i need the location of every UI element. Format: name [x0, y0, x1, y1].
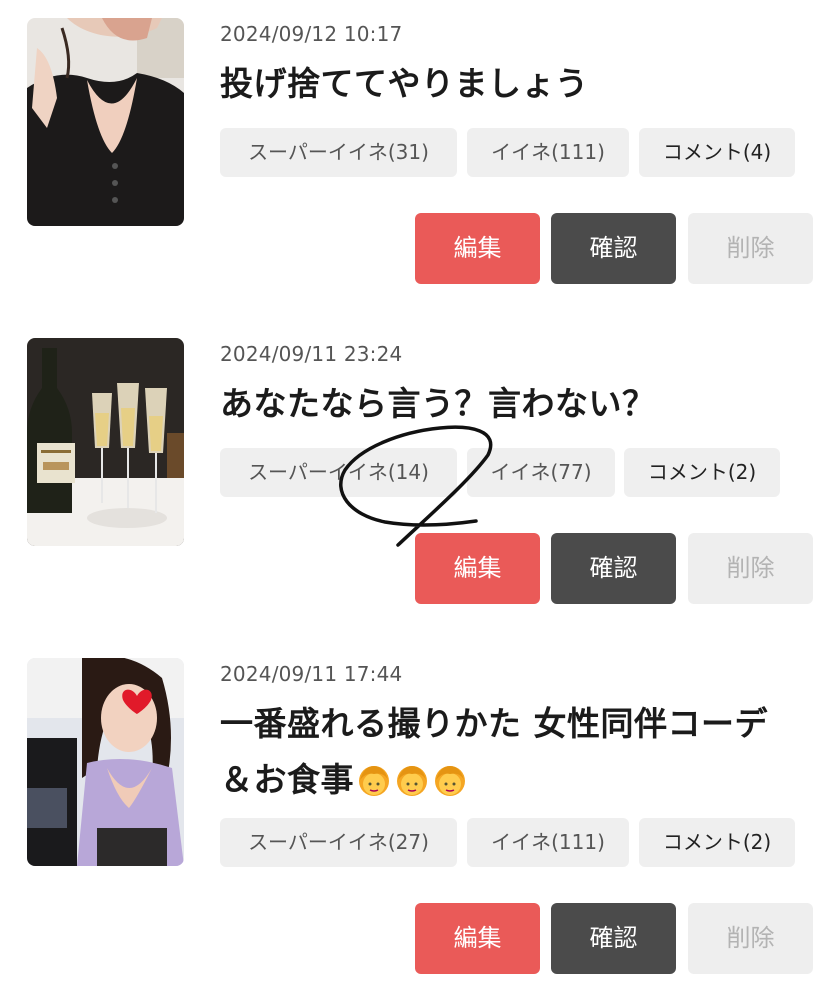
post-title[interactable]: あなたなら言う？言わない？ [220, 376, 820, 432]
post-date: 2024/09/11 17:44 [220, 662, 403, 686]
like-badge[interactable]: イイネ(111) [467, 818, 629, 867]
edit-button[interactable]: 編集 [415, 533, 540, 604]
post-thumbnail[interactable] [27, 658, 184, 866]
check-button[interactable]: 確認 [551, 213, 676, 284]
post-date: 2024/09/11 23:24 [220, 342, 403, 366]
post-title[interactable]: 投げ捨ててやりましょう [220, 56, 820, 112]
check-button[interactable]: 確認 [551, 533, 676, 604]
post-thumbnail[interactable] [27, 338, 184, 546]
comment-badge[interactable]: コメント(2) [624, 448, 780, 497]
post-thumbnail[interactable] [27, 18, 184, 226]
delete-button[interactable]: 削除 [688, 903, 813, 974]
post-title-line: ＆お食事 [220, 752, 820, 808]
delete-button[interactable]: 削除 [688, 533, 813, 604]
like-badge[interactable]: イイネ(111) [467, 128, 629, 177]
post-title[interactable]: 一番盛れる撮りかた 女性同伴コーデ ＆お食事 [220, 696, 820, 808]
super-like-badge[interactable]: スーパーイイネ(14) [220, 448, 457, 497]
edit-button[interactable]: 編集 [415, 903, 540, 974]
post-title-line: 一番盛れる撮りかた 女性同伴コーデ [220, 704, 768, 743]
post-title-text: ＆お食事 [220, 760, 354, 799]
edit-button[interactable]: 編集 [415, 213, 540, 284]
super-like-badge[interactable]: スーパーイイネ(31) [220, 128, 457, 177]
woman-emoji-icon [435, 766, 465, 796]
comment-badge[interactable]: コメント(2) [639, 818, 795, 867]
comment-badge[interactable]: コメント(4) [639, 128, 795, 177]
like-badge[interactable]: イイネ(77) [467, 448, 615, 497]
woman-emoji-icon [397, 766, 427, 796]
post-date: 2024/09/12 10:17 [220, 22, 403, 46]
check-button[interactable]: 確認 [551, 903, 676, 974]
delete-button[interactable]: 削除 [688, 213, 813, 284]
woman-emoji-icon [359, 766, 389, 796]
super-like-badge[interactable]: スーパーイイネ(27) [220, 818, 457, 867]
